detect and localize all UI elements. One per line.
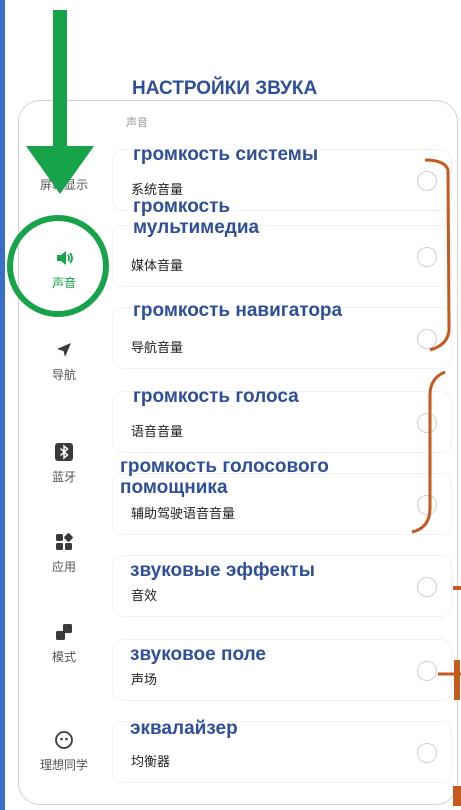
tick-sound-field: [454, 660, 460, 700]
annotation-overlay: [7, 10, 461, 806]
tick-equalizer: [453, 786, 461, 806]
down-arrow-icon: [26, 10, 94, 194]
bracket-lower: [411, 370, 446, 534]
bracket-upper: [424, 158, 451, 352]
highlight-circle: [7, 215, 109, 317]
